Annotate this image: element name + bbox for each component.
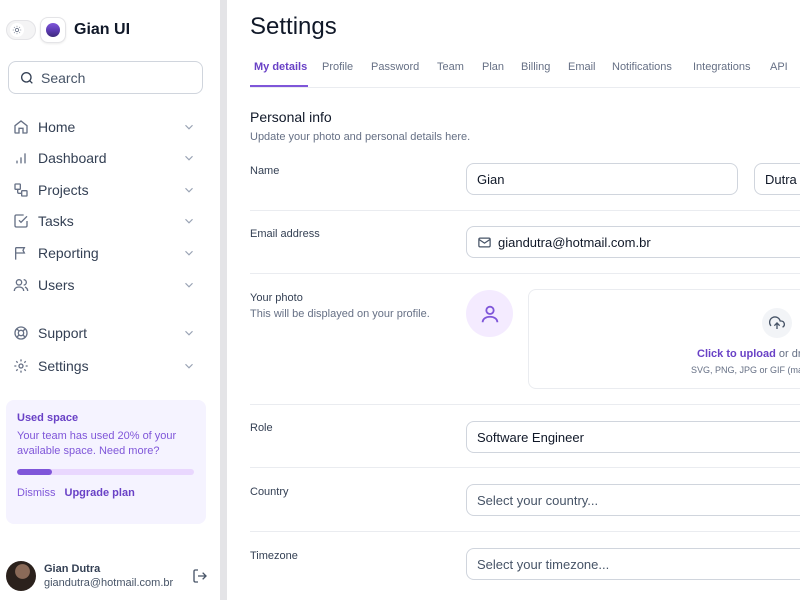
sidebar-header: Gian UI xyxy=(6,14,206,46)
tab-email[interactable]: Email xyxy=(568,61,596,73)
settings-tabs: My details Profile Password Team Plan Bi… xyxy=(250,52,800,88)
sidebar-item-label: Home xyxy=(38,119,76,135)
sidebar-item-support[interactable]: Support xyxy=(12,319,202,347)
click-to-upload-link[interactable]: Click to upload xyxy=(697,348,776,360)
chevron-down-icon xyxy=(185,363,193,369)
profile-photo-placeholder xyxy=(466,290,513,337)
name-label: Name xyxy=(250,165,280,177)
country-select[interactable]: Select your country... xyxy=(466,484,800,516)
sidebar-item-settings[interactable]: Settings xyxy=(12,352,202,380)
sidebar-item-label: Projects xyxy=(38,182,89,198)
email-field[interactable]: giandutra@hotmail.com.br xyxy=(466,226,800,258)
user-email: giandutra@hotmail.com.br xyxy=(44,577,174,589)
sidebar-item-users[interactable]: Users xyxy=(12,271,202,299)
user-name: Gian Dutra xyxy=(44,563,101,575)
check-square-icon xyxy=(12,212,30,230)
brand-name: Gian UI xyxy=(74,21,131,38)
upload-instructions: Click to upload or dra xyxy=(697,348,800,360)
timezone-label: Timezone xyxy=(250,550,298,562)
sidebar-item-dashboard[interactable]: Dashboard xyxy=(12,144,202,172)
brand-logo xyxy=(40,17,66,43)
upgrade-plan-button[interactable]: Upgrade plan xyxy=(65,487,135,499)
dismiss-button[interactable]: Dismiss xyxy=(17,487,56,499)
page-title: Settings xyxy=(250,13,337,40)
logout-icon[interactable] xyxy=(192,568,208,584)
sidebar-item-home[interactable]: Home xyxy=(12,113,202,141)
user-icon xyxy=(481,305,498,322)
sun-icon xyxy=(10,23,24,37)
users-icon xyxy=(12,276,30,294)
timezone-select[interactable]: Select your timezone... xyxy=(466,548,800,580)
first-name-field[interactable]: Gian xyxy=(466,163,738,195)
tab-profile[interactable]: Profile xyxy=(322,61,353,73)
chevron-down-icon xyxy=(185,330,193,336)
tab-api[interactable]: API xyxy=(770,61,788,73)
gear-icon xyxy=(12,357,30,375)
divider xyxy=(250,210,800,211)
chevron-down-icon xyxy=(185,124,193,130)
tab-team[interactable]: Team xyxy=(437,61,464,73)
used-space-title: Used space xyxy=(17,412,79,424)
flag-icon xyxy=(12,244,30,262)
life-buoy-icon xyxy=(12,324,30,342)
sidebar-item-label: Settings xyxy=(38,358,89,374)
theme-toggle[interactable] xyxy=(6,20,36,40)
last-name-field[interactable]: Dutra xyxy=(754,163,800,195)
search-placeholder: Search xyxy=(41,69,86,86)
sidebar-item-label: Users xyxy=(38,277,75,293)
tab-integrations[interactable]: Integrations xyxy=(693,61,750,73)
role-field[interactable]: Software Engineer xyxy=(466,421,800,453)
search-input[interactable]: Search xyxy=(8,61,203,94)
upload-file-types: SVG, PNG, JPG or GIF (ma xyxy=(691,365,800,375)
divider xyxy=(250,467,800,468)
photo-label: Your photo xyxy=(250,292,303,304)
sidebar-item-reporting[interactable]: Reporting xyxy=(12,239,202,267)
photo-upload-dropzone[interactable]: Click to upload or dra SVG, PNG, JPG or … xyxy=(528,289,800,389)
divider xyxy=(250,404,800,405)
layers-icon xyxy=(12,181,30,199)
tab-plan[interactable]: Plan xyxy=(482,61,504,73)
section-subtitle: Update your photo and personal details h… xyxy=(250,131,471,143)
country-label: Country xyxy=(250,486,289,498)
section-title: Personal info xyxy=(250,109,332,125)
divider xyxy=(250,273,800,274)
upload-or-text: or dra xyxy=(778,348,800,360)
home-icon xyxy=(12,118,30,136)
chevron-down-icon xyxy=(185,155,193,161)
tab-password[interactable]: Password xyxy=(371,61,419,73)
divider xyxy=(250,531,800,532)
used-space-progress xyxy=(17,469,194,475)
chevron-down-icon xyxy=(185,218,193,224)
sidebar: Gian UI Search Home Dashboard Projects T… xyxy=(0,0,220,600)
active-tab-indicator xyxy=(250,85,308,87)
chevron-down-icon xyxy=(185,282,193,288)
search-icon xyxy=(21,71,33,84)
used-space-card: Used space Your team has used 20% of you… xyxy=(6,400,206,524)
chevron-down-icon xyxy=(185,187,193,193)
tab-billing[interactable]: Billing xyxy=(521,61,550,73)
sidebar-item-label: Tasks xyxy=(38,213,74,229)
mail-icon xyxy=(477,235,492,250)
email-label: Email address xyxy=(250,228,320,240)
avatar[interactable] xyxy=(6,561,36,591)
sidebar-item-tasks[interactable]: Tasks xyxy=(12,207,202,235)
sidebar-item-label: Dashboard xyxy=(38,150,107,166)
used-space-progress-fill xyxy=(17,469,53,475)
used-space-description: Your team has used 20% of your available… xyxy=(17,430,177,457)
sidebar-divider xyxy=(220,0,227,600)
photo-sublabel: This will be displayed on your profile. xyxy=(250,308,430,320)
bar-chart-icon xyxy=(12,149,30,167)
tab-my-details[interactable]: My details xyxy=(254,61,307,73)
upload-cloud-icon xyxy=(762,308,792,338)
sidebar-item-projects[interactable]: Projects xyxy=(12,176,202,204)
role-label: Role xyxy=(250,422,273,434)
tab-notifications[interactable]: Notifications xyxy=(612,61,672,73)
settings-main: Settings My details Profile Password Tea… xyxy=(227,0,800,600)
sidebar-item-label: Support xyxy=(38,325,88,341)
sidebar-item-label: Reporting xyxy=(38,245,99,261)
email-value: giandutra@hotmail.com.br xyxy=(498,234,651,250)
user-profile: Gian Dutra giandutra@hotmail.com.br xyxy=(6,558,216,594)
chevron-down-icon xyxy=(185,250,193,256)
